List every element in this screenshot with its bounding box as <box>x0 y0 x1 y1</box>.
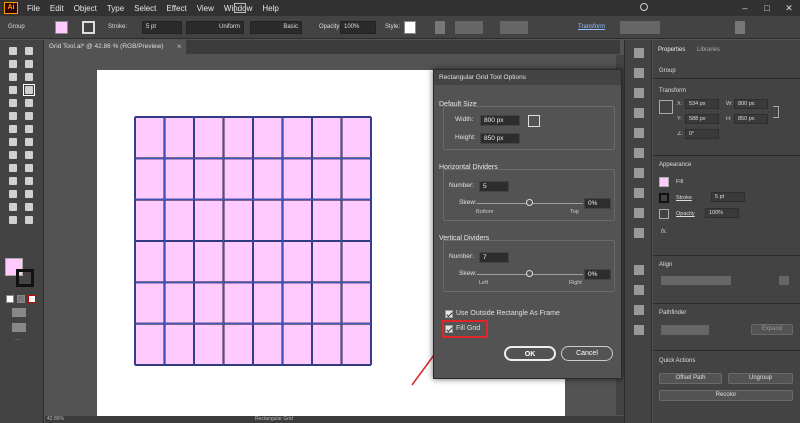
horizontal-number-label: Number: <box>449 182 474 189</box>
panel-divider <box>653 155 800 156</box>
width-label: Width: <box>455 116 474 123</box>
w-label: W: <box>726 101 733 107</box>
vertical-skew-min-label: Left <box>479 280 489 286</box>
transform-title: Transform <box>659 88 687 94</box>
horizontal-skew-input[interactable]: 0% <box>584 198 611 209</box>
x-label: X: <box>677 101 683 107</box>
vertical-number-input[interactable]: 7 <box>479 252 509 263</box>
outside-frame-label: Use Outside Rectangle As Frame <box>456 310 560 317</box>
horizontal-skew-min-label: Bottom <box>476 209 494 215</box>
default-size-group: Width: 800 px Height: 850 px <box>443 106 615 150</box>
align-more-icon[interactable] <box>779 276 789 285</box>
libraries-panel-icon[interactable] <box>634 68 644 78</box>
y-input[interactable]: 588 px <box>685 114 719 124</box>
gradient-panel-icon[interactable] <box>634 168 644 178</box>
status-bar: 42.86% Rectangular Grid <box>45 416 625 423</box>
asset-export-panel-icon[interactable] <box>634 305 644 315</box>
appearance-fill-label: Fill <box>676 179 684 185</box>
horizontal-skew-slider[interactable] <box>526 199 533 206</box>
layers-panel-icon[interactable] <box>634 265 644 275</box>
appearance-panel-icon[interactable] <box>634 208 644 218</box>
tab-libraries[interactable]: Libraries <box>697 47 720 53</box>
align-buttons-icon[interactable] <box>661 276 731 285</box>
current-tool-status: Rectangular Grid <box>255 416 293 422</box>
properties-panel: Properties Libraries Group Transform X: … <box>653 40 800 423</box>
properties-panel-icon[interactable] <box>634 48 644 58</box>
angle-label: ∠: <box>677 131 684 137</box>
artboards-panel-icon[interactable] <box>634 285 644 295</box>
fx-button[interactable]: fx. <box>661 229 667 235</box>
recolor-button[interactable]: Recolor <box>659 390 793 401</box>
horizontal-skew-max-label: Top <box>570 209 579 215</box>
height-input[interactable]: 850 px <box>480 133 520 144</box>
vertical-skew-slider[interactable] <box>526 270 533 277</box>
transparency-panel-icon[interactable] <box>634 188 644 198</box>
h-input[interactable]: 850 px <box>734 114 768 124</box>
fill-grid-label: Fill Grid <box>456 325 481 332</box>
pathfinder-title: Pathfinder <box>659 310 687 316</box>
align-title: Align <box>659 262 673 268</box>
vertical-dividers-group: Number: 7 Skew: 0% Left Right <box>443 240 615 292</box>
x-input[interactable]: 534 px <box>685 99 719 109</box>
rectangular-grid-options-dialog: Rectangular Grid Tool Options Default Si… <box>433 69 622 379</box>
vertical-skew-max-label: Right <box>569 280 582 286</box>
horizontal-number-input[interactable]: 5 <box>479 181 509 192</box>
opacity-icon <box>659 209 669 219</box>
appearance-opacity-input[interactable]: 100% <box>705 208 739 218</box>
color-panel-icon[interactable] <box>634 88 644 98</box>
zoom-level[interactable]: 42.86% <box>47 416 64 423</box>
graphic-styles-panel-icon[interactable] <box>634 228 644 238</box>
vertical-number-label: Number: <box>449 253 474 260</box>
appearance-fill-swatch[interactable] <box>659 177 669 187</box>
stroke-panel-icon[interactable] <box>634 148 644 158</box>
selection-type: Group <box>659 68 676 74</box>
dialog-title: Rectangular Grid Tool Options <box>434 70 621 85</box>
constrain-proportions-icon[interactable] <box>773 106 779 118</box>
links-panel-icon[interactable] <box>634 325 644 335</box>
reference-point-icon[interactable] <box>528 115 540 127</box>
symbols-panel-icon[interactable] <box>634 128 644 138</box>
vertical-skew-input[interactable]: 0% <box>584 269 611 280</box>
panel-divider <box>653 303 800 304</box>
cancel-button[interactable]: Cancel <box>561 346 613 361</box>
appearance-stroke-input[interactable]: 5 pt <box>711 192 745 202</box>
outside-frame-checkbox[interactable] <box>445 310 453 318</box>
horizontal-skew-label: Skew: <box>459 199 477 206</box>
panel-icon-strip <box>624 40 652 423</box>
ungroup-button[interactable]: Ungroup <box>728 373 793 384</box>
rectangular-grid[interactable] <box>134 116 372 366</box>
appearance-stroke-label[interactable]: Stroke <box>676 195 692 201</box>
appearance-title: Appearance <box>659 162 692 168</box>
panel-divider <box>653 255 800 256</box>
panel-divider <box>653 350 800 351</box>
pathfinder-shape-modes-icon[interactable] <box>661 325 709 335</box>
w-input[interactable]: 800 px <box>734 99 768 109</box>
expand-button[interactable]: Expand <box>751 324 793 335</box>
horizontal-dividers-group: Number: 5 Skew: 0% Bottom Top <box>443 169 615 221</box>
tab-properties[interactable]: Properties <box>658 47 685 53</box>
appearance-opacity-label[interactable]: Opacity <box>676 211 695 217</box>
ok-button[interactable]: OK <box>504 346 556 361</box>
angle-input[interactable]: 0° <box>685 129 719 139</box>
height-label: Height: <box>455 134 476 141</box>
fill-grid-checkbox[interactable] <box>445 325 453 333</box>
offset-path-button[interactable]: Offset Path <box>659 373 722 384</box>
h-label: H: <box>726 116 732 122</box>
y-label: Y: <box>677 116 682 122</box>
swatches-panel-icon[interactable] <box>634 108 644 118</box>
appearance-stroke-swatch[interactable] <box>659 193 669 203</box>
quick-actions-title: Quick Actions <box>659 358 696 364</box>
width-input[interactable]: 800 px <box>480 115 520 126</box>
panel-divider <box>653 78 800 79</box>
vertical-skew-label: Skew: <box>459 270 477 277</box>
transform-reference-icon[interactable] <box>659 100 673 114</box>
